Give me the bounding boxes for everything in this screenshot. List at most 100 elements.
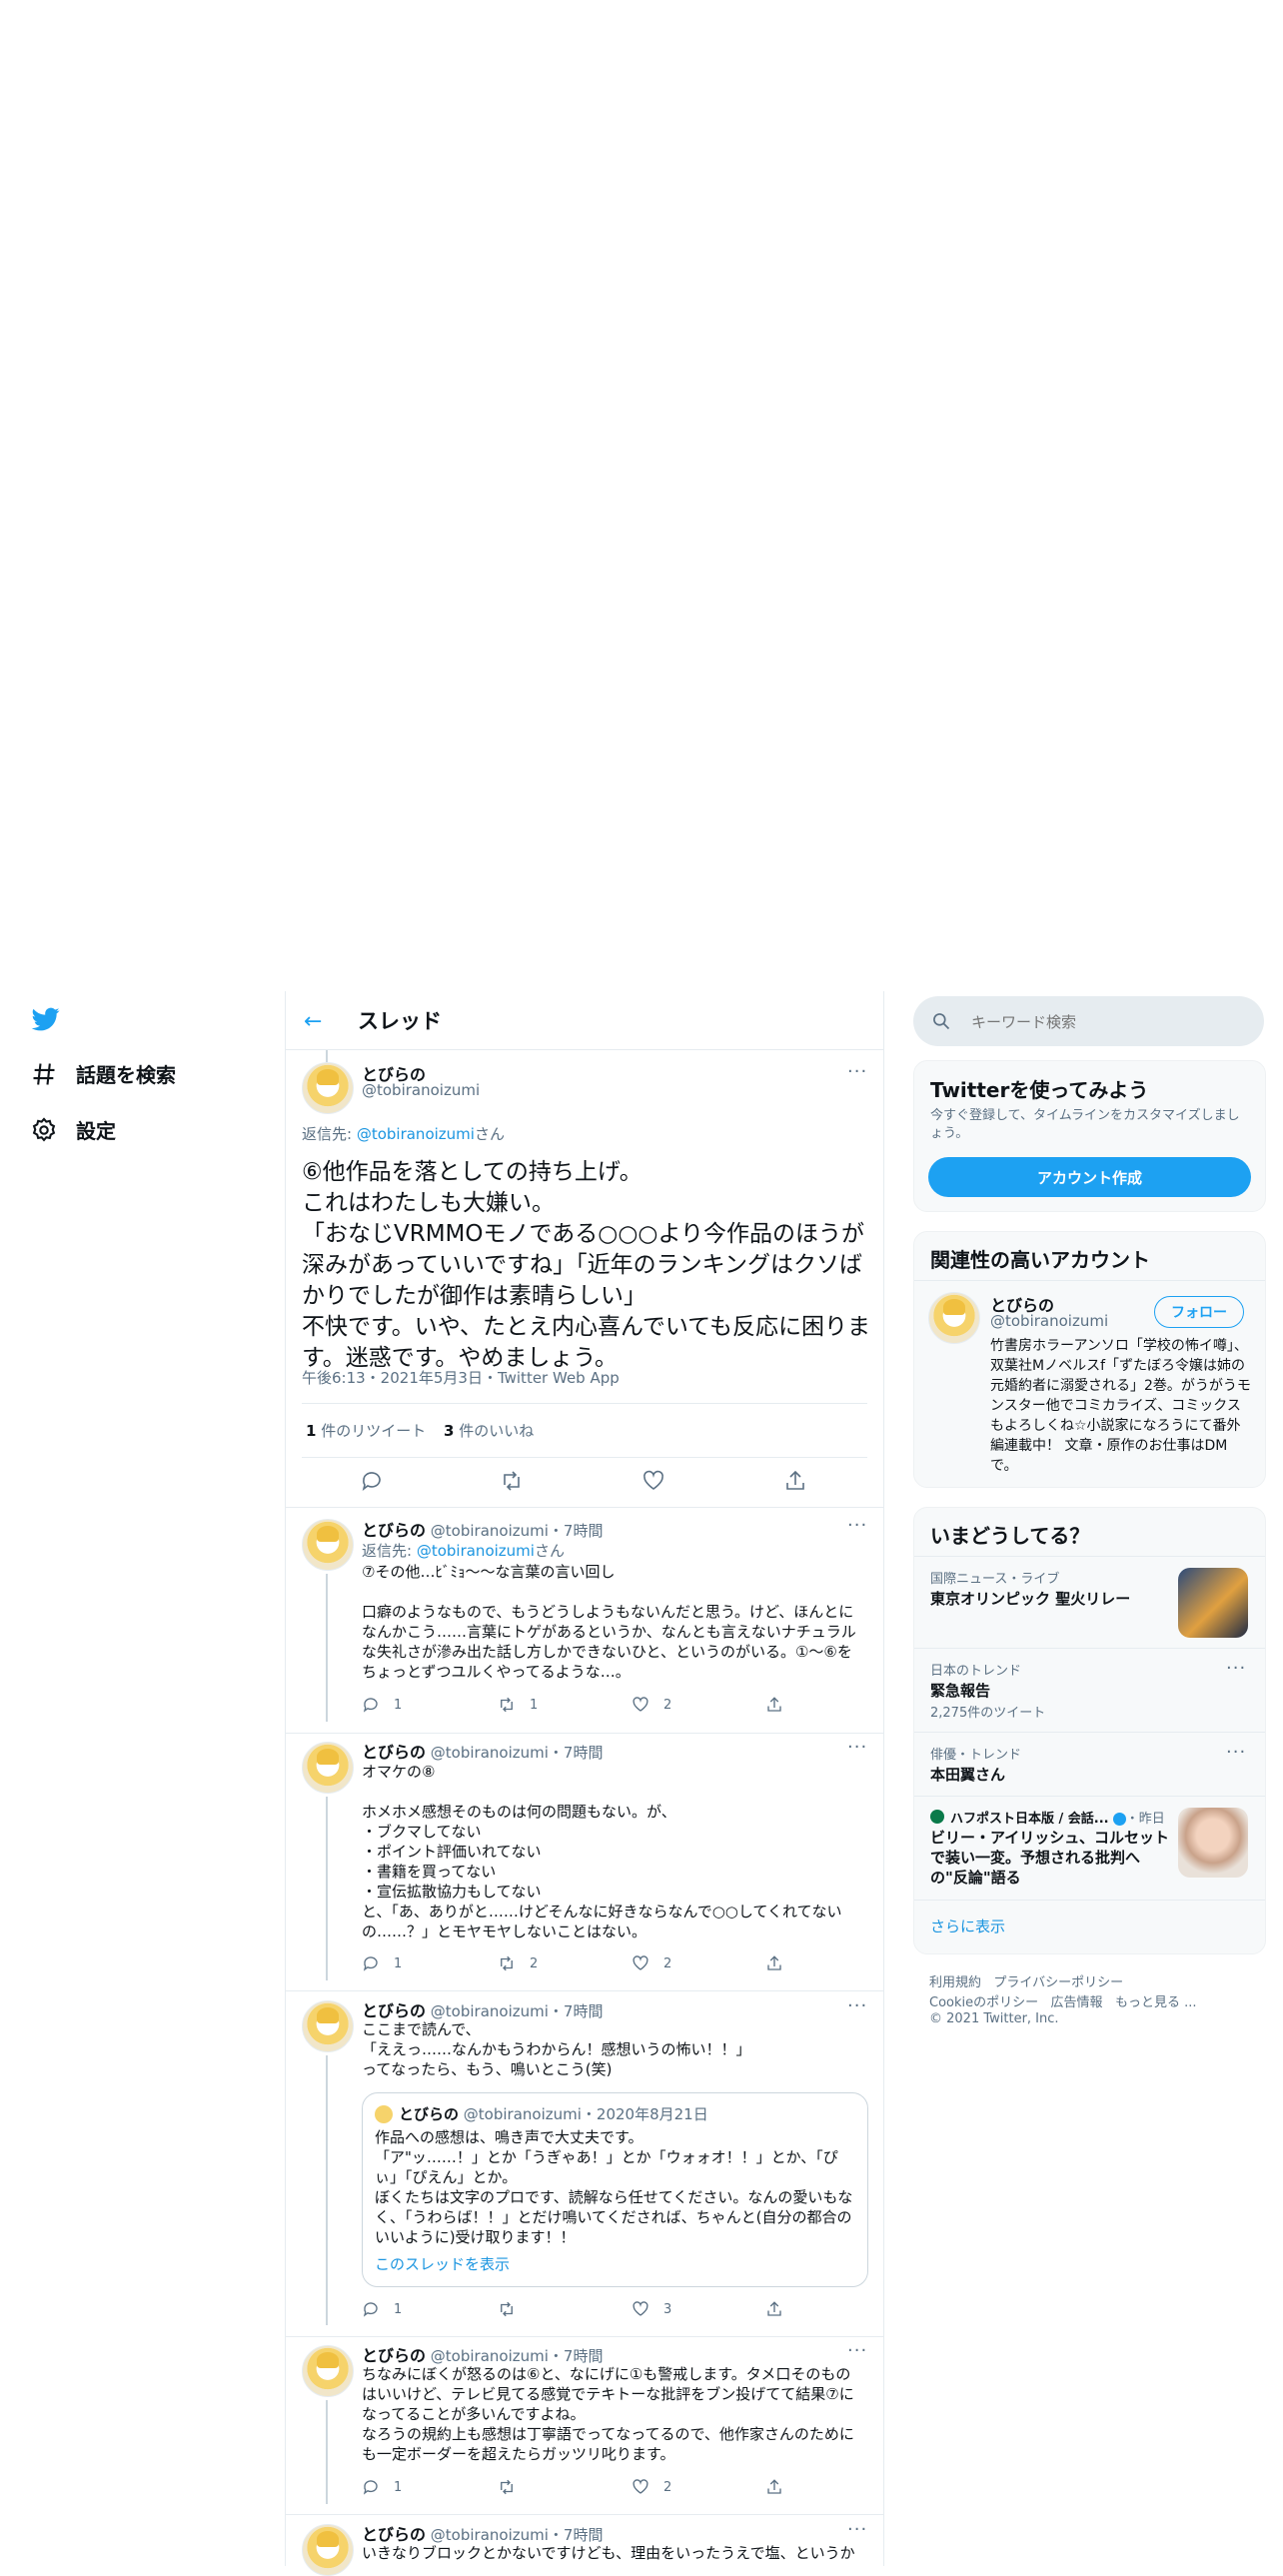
avatar[interactable] xyxy=(928,1292,980,1344)
like-icon[interactable] xyxy=(642,1469,665,1493)
more-link[interactable]: もっと見る ... xyxy=(1115,1995,1197,2010)
share-icon xyxy=(767,2301,781,2316)
trend-headline: ビリー・アイリッシュ、コルセットで装い一変。予想される批判への"反論"語る xyxy=(930,1829,1169,1887)
share-button[interactable] xyxy=(765,2478,783,2496)
like-button[interactable]: 2 xyxy=(632,1696,671,1714)
share-button[interactable] xyxy=(765,1696,783,1714)
terms-link[interactable]: 利用規約 xyxy=(929,1975,981,1990)
reply-button[interactable]: 1 xyxy=(362,1954,402,1972)
like-icon xyxy=(633,1697,648,1712)
retweet-button[interactable] xyxy=(498,2478,530,2496)
signup-description: 今すぐ登録して、タイムラインをカスタマイズしましょう。 xyxy=(930,1108,1240,1141)
tweet-body: ここまで読んで、 「ええっ……なんかもうわからん！感想いうの怖い！！」 ってなっ… xyxy=(362,2020,751,2078)
ads-link[interactable]: 広告情報 xyxy=(1051,1995,1103,2010)
trend-thumbnail xyxy=(1178,1808,1248,1878)
reply-icon xyxy=(363,1956,378,1971)
avatar[interactable] xyxy=(302,2000,354,2052)
nav-settings-label: 設定 xyxy=(76,1119,116,1143)
reply-icon xyxy=(363,2480,378,2495)
create-account-button[interactable]: アカウント作成 xyxy=(928,1157,1251,1197)
divider xyxy=(286,1507,883,1508)
retweet-icon[interactable] xyxy=(500,1469,524,1493)
related-handle[interactable]: @tobiranoizumi xyxy=(990,1312,1108,1330)
reply-to: 返信先: @tobiranoizumiさん xyxy=(362,1542,565,1560)
avatar[interactable] xyxy=(302,2345,354,2397)
nav-explore[interactable]: 話題を検索 xyxy=(30,1059,176,1088)
hashtag-icon xyxy=(33,1062,55,1085)
show-thread-link[interactable]: このスレッドを表示 xyxy=(375,2253,510,2274)
reply-icon xyxy=(363,1698,378,1713)
trends-card: いまどうしてる？ 国際ニュース・ライブ 東京オリンピック 聖火リレー 日本のトレ… xyxy=(913,1507,1266,1954)
share-icon[interactable] xyxy=(783,1469,807,1493)
retweet-stat[interactable]: 1 件のリツイート xyxy=(306,1420,426,1441)
thread-header: ← スレッド xyxy=(286,991,883,1050)
show-more-link[interactable]: さらに表示 xyxy=(930,1916,1005,1936)
avatar[interactable] xyxy=(302,1742,354,1794)
more-options-icon[interactable]: ··· xyxy=(847,1061,867,1082)
share-button[interactable] xyxy=(765,1954,783,1972)
nav-explore-label: 話題を検索 xyxy=(76,1063,176,1087)
more-options-icon[interactable]: ··· xyxy=(847,1995,867,2016)
back-arrow-icon[interactable]: ← xyxy=(304,1009,322,1034)
more-options-icon[interactable]: ··· xyxy=(847,1737,867,1758)
trend-thumbnail xyxy=(1178,1568,1248,1638)
author-handle[interactable]: @tobiranoizumi xyxy=(362,1081,480,1099)
like-icon xyxy=(633,2301,648,2316)
nav-settings[interactable]: 設定 xyxy=(30,1115,116,1144)
reply-button[interactable]: 1 xyxy=(362,2478,402,2496)
tweet-body: ⑦その他…ﾋﾞﾐｮ〜〜な言葉の言い回し 口癖のようなもので、もうどうしようもない… xyxy=(362,1563,856,1681)
twitter-logo-icon[interactable] xyxy=(30,1005,62,1033)
retweet-icon xyxy=(501,2479,513,2495)
retweet-button[interactable] xyxy=(498,2300,530,2318)
more-options-icon[interactable]: ··· xyxy=(1226,1658,1246,1679)
like-button[interactable]: 2 xyxy=(632,2478,671,2496)
divider xyxy=(914,1900,1265,1901)
reply-icon[interactable] xyxy=(360,1469,384,1493)
footer-links: 利用規約 プライバシーポリシー xyxy=(929,1971,1123,1990)
divider xyxy=(286,2514,883,2515)
like-stat[interactable]: 3 件のいいね xyxy=(444,1420,534,1441)
divider xyxy=(914,1280,1265,1281)
search-icon xyxy=(933,1013,950,1030)
more-options-icon[interactable]: ··· xyxy=(1226,1742,1246,1763)
like-button[interactable]: 2 xyxy=(632,1954,671,1972)
reply-to-handle[interactable]: @tobiranoizumi xyxy=(357,1125,475,1143)
share-button[interactable] xyxy=(765,2300,783,2318)
more-options-icon[interactable]: ··· xyxy=(847,2340,867,2361)
trends-title: いまどうしてる？ xyxy=(930,1524,1090,1548)
more-options-icon[interactable]: ··· xyxy=(847,1515,867,1536)
thread-line xyxy=(326,2400,328,2504)
more-options-icon[interactable]: ··· xyxy=(847,2519,867,2540)
divider xyxy=(286,2336,883,2337)
divider xyxy=(914,1796,1265,1797)
avatar[interactable] xyxy=(302,2524,354,2576)
thread-line xyxy=(326,1574,328,1722)
quoted-tweet[interactable]: とびらの @tobiranoizumi・2020年8月21日 作品への感想は、鳴… xyxy=(362,2092,868,2287)
like-button[interactable]: 3 xyxy=(632,2300,671,2318)
related-accounts-card: 関連性の高いアカウント とびらの @tobiranoizumi フォロー 竹書房… xyxy=(913,1231,1266,1488)
follow-button[interactable]: フォロー xyxy=(1154,1296,1244,1328)
retweet-button[interactable]: 1 xyxy=(498,1696,538,1714)
share-icon xyxy=(767,2479,781,2494)
avatar xyxy=(375,2105,393,2123)
tweet-timestamp[interactable]: 午後6:13・2021年5月3日・Twitter Web App xyxy=(302,1367,620,1388)
share-icon xyxy=(767,1697,781,1712)
like-icon xyxy=(633,1955,648,1970)
reply-button[interactable]: 1 xyxy=(362,2300,402,2318)
tweet-body: ちなみにぼくが怒るのは⑥と、なにげに①も警戒します。タメ口そのものはいいけど、テ… xyxy=(362,2365,854,2463)
search-box[interactable] xyxy=(913,996,1264,1046)
copyright: © 2021 Twitter, Inc. xyxy=(929,2011,1059,2026)
retweet-icon xyxy=(501,1955,513,1971)
retweet-icon xyxy=(501,1697,513,1713)
retweet-button[interactable]: 2 xyxy=(498,1954,538,1972)
reply-button[interactable]: 1 xyxy=(362,1696,402,1714)
news-source: ハフポスト日本版 / 会話... ・昨日 xyxy=(950,1812,1165,1827)
tweet-body: いきなりブロックとかないですけども、理由をいったうえで塩、というか xyxy=(362,2544,855,2562)
avatar[interactable] xyxy=(302,1519,354,1571)
privacy-link[interactable]: プライバシーポリシー xyxy=(993,1975,1123,1990)
verified-badge-icon xyxy=(1112,1813,1126,1826)
search-input[interactable] xyxy=(969,1008,1243,1036)
column-divider xyxy=(285,991,286,2566)
avatar[interactable] xyxy=(302,1062,354,1114)
cookie-link[interactable]: Cookieのポリシー xyxy=(929,1995,1038,2010)
